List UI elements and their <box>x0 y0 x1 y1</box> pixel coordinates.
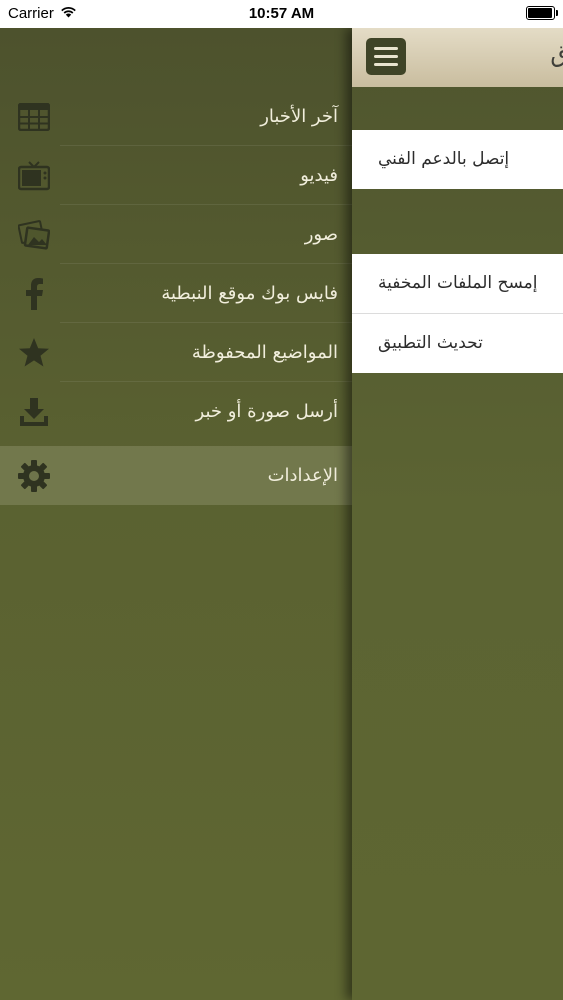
photos-icon <box>17 218 51 252</box>
menu-item-label: فايس بوك موقع النبطية <box>161 283 338 304</box>
star-icon <box>17 336 51 370</box>
hamburger-icon-line <box>374 63 398 66</box>
battery-icon <box>526 6 558 20</box>
settings-group-app: إمسح الملفات المخفية تحديث التطبيق <box>352 254 563 373</box>
tv-icon <box>17 159 51 193</box>
contact-support-row[interactable]: إتصل بالدعم الفني <box>352 130 563 189</box>
row-label: إتصل بالدعم الفني <box>378 149 510 169</box>
clear-hidden-files-row[interactable]: إمسح الملفات المخفية <box>352 254 563 313</box>
hamburger-icon-line <box>374 55 398 58</box>
update-app-row[interactable]: تحديث التطبيق <box>352 313 563 373</box>
hamburger-menu-button[interactable] <box>366 38 406 75</box>
menu-item-label: المواضيع المحفوظة <box>191 342 338 363</box>
menu-item-send-photo-or-news[interactable]: أرسل صورة أو خبر <box>0 382 352 441</box>
status-bar: Carrier 10:57 AM <box>0 0 563 28</box>
menu-item-settings[interactable]: الإعدادات <box>0 446 352 505</box>
menu-item-label: آخر الأخبار <box>260 106 338 127</box>
row-label: إمسح الملفات المخفية <box>378 273 538 293</box>
settings-group-support: إتصل بالدعم الفني <box>352 130 563 189</box>
menu-item-label: أرسل صورة أو خبر <box>195 401 338 422</box>
menu-item-facebook[interactable]: فايس بوك موقع النبطية <box>0 264 352 323</box>
main-panel: ق إتصل بالدعم الفني إمسح الملفات المخفية… <box>352 28 563 1000</box>
menu-item-saved-topics[interactable]: المواضيع المحفوظة <box>0 323 352 382</box>
menu-item-video[interactable]: فيديو <box>0 146 352 205</box>
gear-icon <box>17 459 51 493</box>
nav-title: ق <box>550 40 563 68</box>
status-time: 10:57 AM <box>248 5 315 22</box>
row-label: تحديث التطبيق <box>378 333 483 353</box>
news-grid-icon <box>17 100 51 134</box>
menu-item-label: الإعدادات <box>267 465 338 486</box>
menu-item-label: فيديو <box>300 165 338 186</box>
nav-bar: ق <box>352 28 563 87</box>
facebook-icon <box>17 277 51 311</box>
menu-item-photos[interactable]: صور <box>0 205 352 264</box>
menu-item-latest-news[interactable]: آخر الأخبار <box>0 87 352 146</box>
hamburger-icon-line <box>374 47 398 50</box>
side-menu: آخر الأخبار فيديو صور فايس بوك موقع النب… <box>0 28 352 1000</box>
menu-item-label: صور <box>304 224 338 245</box>
download-icon <box>17 395 51 429</box>
